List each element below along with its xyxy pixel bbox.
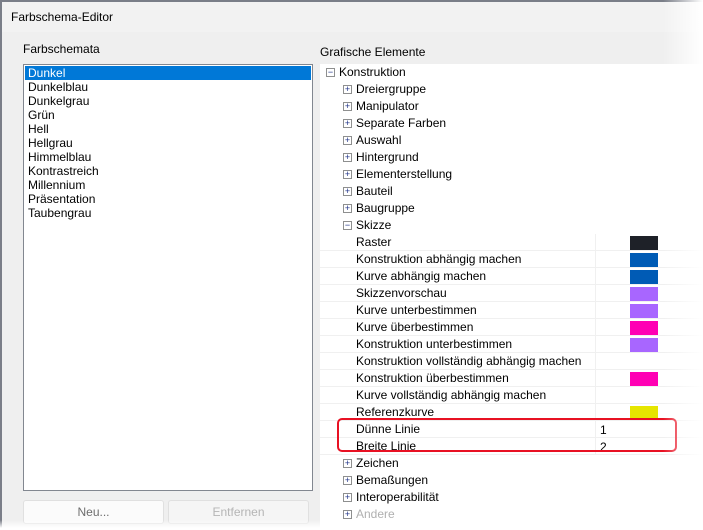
tree-item-label: Auswahl — [356, 133, 402, 147]
tree-node-group[interactable]: + Zeichen — [320, 455, 703, 472]
scheme-item[interactable]: Hellgrau — [25, 136, 311, 150]
tree-item-label: Raster — [356, 235, 392, 249]
tree-node-group[interactable]: + Interoperabilität — [320, 489, 703, 506]
color-swatch[interactable] — [630, 270, 658, 284]
expand-icon[interactable]: + — [343, 153, 352, 162]
collapse-icon[interactable]: − — [343, 221, 352, 230]
scheme-item[interactable]: Kontrastreich — [25, 164, 311, 178]
window-title: Farbschema-Editor — [2, 2, 703, 32]
sketch-property-row[interactable]: Konstruktion überbestimmen — [320, 370, 703, 387]
color-swatch[interactable] — [630, 321, 658, 335]
tree-item-label: Skizze — [356, 218, 392, 232]
tree-node-group[interactable]: + Baugruppe — [320, 200, 703, 217]
expand-icon[interactable]: + — [343, 187, 352, 196]
tree-item-label: Manipulator — [356, 99, 419, 113]
collapse-icon[interactable]: − — [326, 68, 335, 77]
highlight-box — [337, 418, 677, 452]
expand-icon[interactable]: + — [343, 170, 352, 179]
tree-item-label: Dreiergruppe — [356, 82, 427, 96]
sketch-property-row[interactable]: Skizzenvorschau — [320, 285, 703, 302]
tree-item-label: Bauteil — [356, 184, 393, 198]
tree-node-group[interactable]: + Bemaßungen — [320, 472, 703, 489]
tree-item-label: Kurve überbestimmen — [356, 320, 474, 334]
tree-node-skizze[interactable]: − Skizze — [320, 217, 703, 234]
color-swatch[interactable] — [630, 253, 658, 267]
expand-icon[interactable]: + — [343, 102, 352, 111]
tree-node-group[interactable]: + Elementerstellung — [320, 166, 703, 183]
column-divider — [595, 285, 596, 302]
color-swatch[interactable] — [630, 304, 658, 318]
scheme-item[interactable]: Dunkel — [25, 66, 311, 80]
color-swatch[interactable] — [630, 236, 658, 250]
expand-icon[interactable]: + — [343, 493, 352, 502]
column-divider — [595, 251, 596, 268]
column-divider — [595, 336, 596, 353]
column-divider — [595, 268, 596, 285]
schemes-label: Farbschemata — [23, 42, 100, 56]
tree-item-label: Separate Farben — [356, 116, 447, 130]
elements-label: Grafische Elemente — [320, 45, 426, 59]
expand-icon[interactable]: + — [343, 459, 352, 468]
tree-item-label: Hintergrund — [356, 150, 419, 164]
tree-node-group[interactable]: + Auswahl — [320, 132, 703, 149]
column-divider — [595, 319, 596, 336]
tree-node-group[interactable]: + Dreiergruppe — [320, 81, 703, 98]
sketch-property-row[interactable]: Kurve überbestimmen — [320, 319, 703, 336]
expand-icon[interactable]: + — [343, 136, 352, 145]
scheme-item[interactable]: Taubengrau — [25, 206, 311, 220]
color-swatch[interactable] — [630, 287, 658, 301]
sketch-property-row[interactable]: Konstruktion vollständig abhängig machen — [320, 353, 703, 370]
tree-item-label: Konstruktion vollständig abhängig machen — [356, 354, 582, 368]
tree-item-label: Kurve abhängig machen — [356, 269, 487, 283]
tree-node-group[interactable]: + Hintergrund — [320, 149, 703, 166]
tree-item-label: Zeichen — [356, 456, 399, 470]
scheme-item[interactable]: Millennium — [25, 178, 311, 192]
tree-node-group[interactable]: + Separate Farben — [320, 115, 703, 132]
tree-item-label: Bemaßungen — [356, 473, 429, 487]
tree-item-label: Interoperabilität — [356, 490, 439, 504]
column-divider — [595, 234, 596, 251]
scheme-item[interactable]: Hell — [25, 122, 311, 136]
expand-icon[interactable]: + — [343, 510, 352, 519]
tree-item-label: Konstruktion überbestimmen — [356, 371, 509, 385]
expand-icon[interactable]: + — [343, 204, 352, 213]
tree-node-group[interactable]: + Manipulator — [320, 98, 703, 115]
tree-item-label: Kurve vollständig abhängig machen — [356, 388, 547, 402]
column-divider — [595, 302, 596, 319]
scheme-item[interactable]: Dunkelblau — [25, 80, 311, 94]
tree-item-label: Konstruktion abhängig machen — [356, 252, 522, 266]
expand-icon[interactable]: + — [343, 476, 352, 485]
column-divider — [595, 353, 596, 370]
scheme-item[interactable]: Himmelblau — [25, 150, 311, 164]
tree-item-label: Kurve unterbestimmen — [356, 303, 477, 317]
expand-icon[interactable]: + — [343, 119, 352, 128]
schemes-list[interactable]: Dunkel Dunkelblau Dunkelgrau Grün Hell Hellgr… — [23, 64, 313, 491]
color-swatch[interactable] — [630, 338, 658, 352]
tree-item-label: Konstruktion — [339, 65, 406, 79]
column-divider — [595, 387, 596, 404]
sketch-property-row[interactable]: Konstruktion unterbestimmen — [320, 336, 703, 353]
expand-icon[interactable]: + — [343, 85, 352, 94]
scheme-item[interactable]: Grün — [25, 108, 311, 122]
tree-node-group[interactable]: + Bauteil — [320, 183, 703, 200]
elements-tree[interactable]: − Konstruktion + Dreiergruppe + Manipulator + S… — [320, 64, 703, 530]
tree-item-label: Elementerstellung — [356, 167, 453, 181]
tree-item-label: Konstruktion unterbestimmen — [356, 337, 513, 351]
column-divider — [595, 370, 596, 387]
scheme-item[interactable]: Präsentation — [25, 192, 311, 206]
sketch-property-row[interactable]: Kurve abhängig machen — [320, 268, 703, 285]
color-swatch[interactable] — [630, 372, 658, 386]
sketch-property-row[interactable]: Raster — [320, 234, 703, 251]
sketch-property-row[interactable]: Kurve vollständig abhängig machen — [320, 387, 703, 404]
sketch-property-row[interactable]: Kurve unterbestimmen — [320, 302, 703, 319]
tree-item-label: Baugruppe — [356, 201, 415, 215]
sketch-property-row[interactable]: Konstruktion abhängig machen — [320, 251, 703, 268]
tree-node-konstruktion[interactable]: − Konstruktion — [320, 64, 703, 81]
tree-item-label: Skizzenvorschau — [356, 286, 447, 300]
scheme-item[interactable]: Dunkelgrau — [25, 94, 311, 108]
